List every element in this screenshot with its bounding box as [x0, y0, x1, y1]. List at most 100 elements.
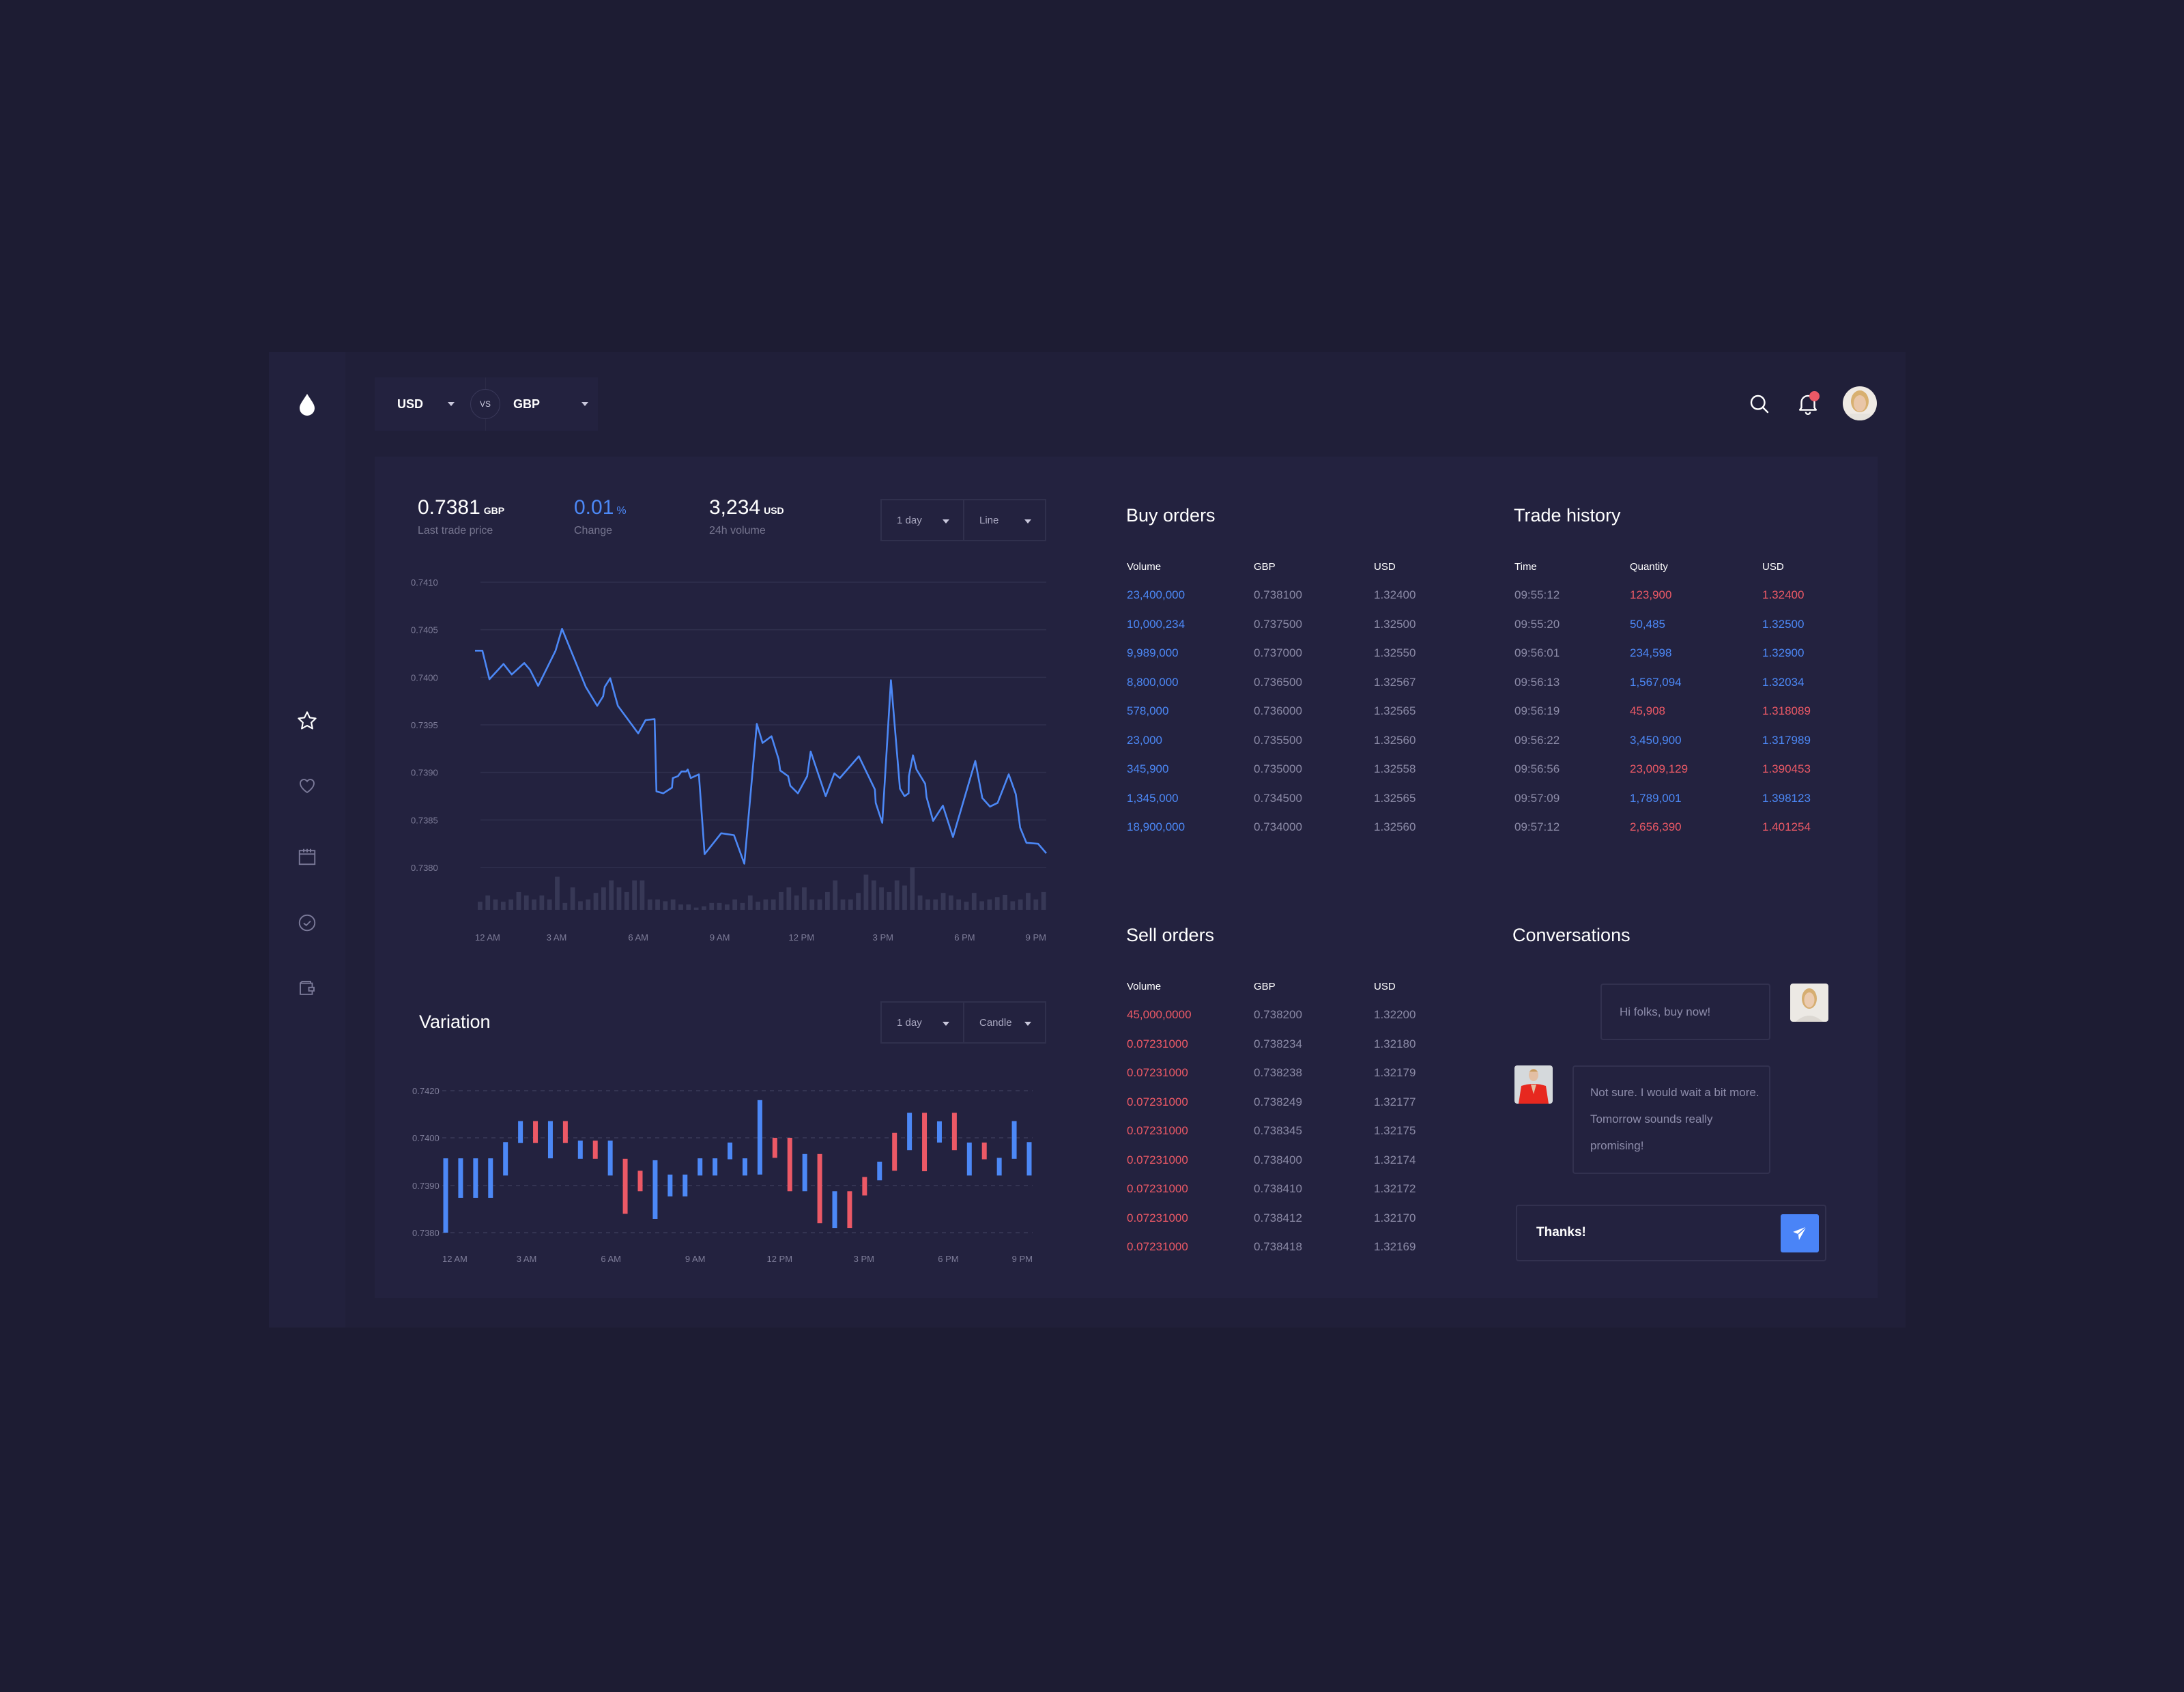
x-tick-label: 3 AM: [517, 1254, 537, 1264]
table-cell: 0.07231000: [1127, 1153, 1188, 1166]
x-tick-label: 12 PM: [788, 932, 814, 943]
volume-bar: [670, 899, 676, 910]
x-tick-label: 9 AM: [685, 1254, 706, 1264]
table-cell: 0.07231000: [1127, 1182, 1188, 1195]
table-cell: 1.32174: [1374, 1153, 1416, 1166]
table-cell: 0.738400: [1254, 1153, 1302, 1166]
stat-last-price: 0.7381 GBP Last trade price: [418, 496, 504, 537]
volume-bar: [848, 899, 853, 910]
volume-bar: [616, 887, 622, 910]
table-cell: 0.737500: [1254, 617, 1302, 631]
notifications-button[interactable]: [1795, 390, 1821, 416]
user-avatar[interactable]: [1843, 386, 1877, 420]
volume-bar: [894, 880, 900, 910]
table-cell: 3,450,900: [1630, 733, 1682, 747]
table-cell: 0.734000: [1254, 820, 1302, 833]
quote-currency-dropdown[interactable]: GBP: [486, 377, 598, 431]
candle: [742, 1158, 747, 1176]
sidebar-item-favorites[interactable]: [293, 707, 321, 734]
x-tick-label: 3 PM: [873, 932, 893, 943]
drop-icon[interactable]: [293, 390, 321, 418]
sidebar-item-wallet[interactable]: [293, 975, 321, 1002]
table-cell: 09:55:12: [1514, 588, 1560, 601]
price-line-chart: 0.7410 0.7405 0.7400 0.7395 0.7390 0.7385 0.73…: [411, 577, 1047, 943]
search-button[interactable]: [1747, 392, 1772, 416]
table-cell: 0.738410: [1254, 1182, 1302, 1195]
candle: [592, 1141, 598, 1159]
table-cell: 9,989,000: [1127, 646, 1179, 659]
table-cell: 0.737000: [1254, 646, 1302, 659]
table-cell: 0.738249: [1254, 1095, 1302, 1108]
candle: [652, 1160, 658, 1219]
candle: [757, 1100, 762, 1175]
change-value: 0.01: [574, 496, 614, 519]
table-cell: 09:56:56: [1514, 762, 1560, 775]
volume-bar: [925, 899, 930, 910]
base-currency-dropdown[interactable]: USD: [375, 377, 486, 431]
dropdown-value: 1 day: [897, 1016, 922, 1029]
column-header: Quantity: [1630, 561, 1668, 573]
table-cell: 1.32170: [1374, 1211, 1416, 1224]
volume-bar: [809, 899, 815, 910]
volume-bar: [871, 880, 876, 910]
table-cell: 1,345,000: [1127, 791, 1179, 805]
candle: [488, 1158, 493, 1198]
table-cell: 1.32560: [1374, 820, 1416, 833]
sidebar-item-likes[interactable]: [293, 772, 321, 799]
volume-bar: [840, 899, 846, 910]
volume-unit: USD: [764, 505, 784, 516]
candle: [607, 1141, 613, 1176]
volume-value: 3,234: [709, 496, 761, 519]
message-input[interactable]: Thanks!: [1516, 1205, 1826, 1261]
volume-bar: [655, 899, 660, 910]
y-tick-label: 0.7390: [412, 1181, 440, 1191]
price-chart-type-dropdown[interactable]: Line: [963, 499, 1046, 541]
volume-bar: [910, 867, 915, 910]
column-header: GBP: [1254, 981, 1276, 992]
candle: [862, 1177, 867, 1196]
table-cell: 2,656,390: [1630, 820, 1682, 833]
table-cell: 18,900,000: [1127, 820, 1186, 833]
price-period-dropdown[interactable]: 1 day: [880, 499, 964, 541]
candle: [562, 1121, 568, 1143]
volume-bar: [1026, 893, 1031, 910]
table-cell: 1.390453: [1762, 762, 1811, 775]
sidebar-item-calendar[interactable]: [293, 843, 321, 870]
dropdown-value: 1 day: [897, 514, 922, 526]
trade-history-title: Trade history: [1514, 505, 1621, 526]
volume-bar: [1003, 894, 1007, 910]
column-header: USD: [1762, 561, 1784, 573]
sidebar-item-tasks[interactable]: [293, 909, 321, 936]
table-cell: 0.736000: [1254, 704, 1302, 717]
dropdown-value: Line: [979, 514, 999, 526]
table-cell: 1,789,001: [1630, 791, 1682, 805]
message-bubble: Hi folks, buy now!: [1600, 984, 1770, 1040]
candle: [966, 1143, 972, 1176]
volume-bar: [771, 899, 776, 910]
volume-bar: [933, 899, 938, 910]
check-circle-icon: [298, 914, 316, 932]
message-input-value: Thanks!: [1536, 1225, 1586, 1239]
candle: [922, 1113, 928, 1171]
volume-bar: [523, 895, 529, 910]
table-cell: 0.734500: [1254, 791, 1302, 805]
candle: [787, 1138, 792, 1192]
volume-bar: [516, 891, 521, 910]
table-cell: 0.735000: [1254, 762, 1302, 775]
x-tick-label: 6 PM: [938, 1254, 958, 1264]
volume-bar: [994, 897, 1000, 910]
volume-bar: [609, 880, 614, 910]
sidebar: [269, 352, 345, 1328]
volume-bar: [856, 893, 861, 910]
send-button[interactable]: [1781, 1214, 1819, 1252]
candle: [473, 1158, 478, 1198]
variation-chart-type-dropdown[interactable]: Candle: [963, 1001, 1046, 1044]
table-cell: 1.32200: [1374, 1008, 1416, 1021]
variation-period-dropdown[interactable]: 1 day: [880, 1001, 964, 1044]
volume-bar: [948, 895, 953, 910]
change-unit: %: [616, 505, 627, 517]
column-header: USD: [1374, 981, 1396, 992]
currency-pair-selector: USD GBP VS: [375, 377, 598, 431]
x-tick-label: 12 AM: [442, 1254, 468, 1264]
table-cell: 0.738234: [1254, 1037, 1302, 1050]
